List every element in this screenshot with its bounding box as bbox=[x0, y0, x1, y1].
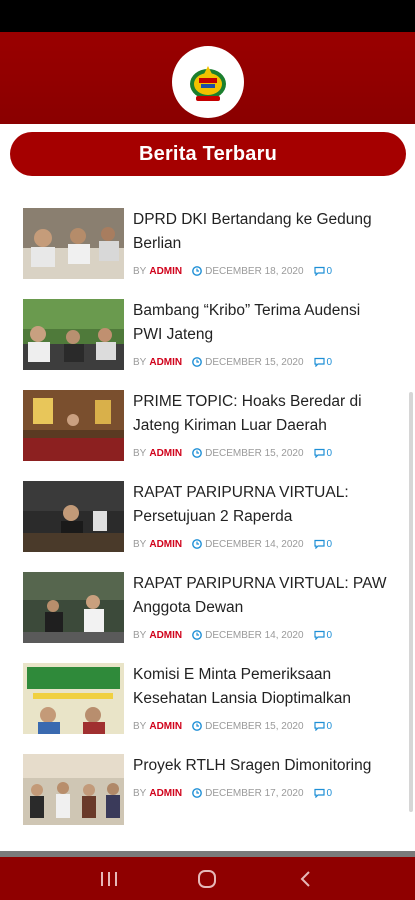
provincial-crest-icon bbox=[190, 66, 226, 101]
clock-icon bbox=[192, 630, 203, 640]
news-title[interactable]: Proyek RTLH Sragen Dimonitoring bbox=[133, 754, 388, 778]
author-link[interactable]: ADMIN bbox=[149, 357, 182, 368]
news-meta: BY ADMIN DECEMBER 18, 2020 0 bbox=[133, 264, 332, 278]
comment-count[interactable]: 0 bbox=[327, 448, 333, 459]
by-label: BY bbox=[133, 787, 147, 799]
news-item[interactable]: Bambang “Kribo” Terima Audensi PWI Jaten… bbox=[23, 297, 393, 373]
comment-icon bbox=[313, 357, 325, 367]
news-meta: BY ADMIN DECEMBER 14, 2020 0 bbox=[133, 628, 332, 642]
comment-icon bbox=[313, 630, 325, 640]
status-bar bbox=[0, 0, 415, 32]
comment-count[interactable]: 0 bbox=[327, 266, 333, 277]
author-link[interactable]: ADMIN bbox=[149, 630, 182, 641]
comment-count[interactable]: 0 bbox=[327, 357, 333, 368]
clock-icon bbox=[192, 721, 203, 731]
back-icon bbox=[300, 870, 310, 887]
recent-apps-icon bbox=[101, 871, 118, 886]
app-logo[interactable] bbox=[172, 46, 244, 118]
by-label: BY bbox=[133, 538, 147, 550]
home-button[interactable] bbox=[187, 864, 227, 894]
by-label: BY bbox=[133, 265, 147, 277]
news-date: DECEMBER 14, 2020 bbox=[205, 538, 304, 550]
section-title: Berita Terbaru bbox=[138, 142, 278, 165]
news-meta: BY ADMIN DECEMBER 14, 2020 0 bbox=[133, 537, 332, 551]
scrollbar[interactable] bbox=[409, 392, 413, 812]
news-thumbnail[interactable] bbox=[23, 663, 124, 734]
news-title[interactable]: RAPAT PARIPURNA VIRTUAL: Persetujuan 2 R… bbox=[133, 481, 388, 529]
news-meta: BY ADMIN DECEMBER 15, 2020 0 bbox=[133, 719, 332, 733]
author-link[interactable]: ADMIN bbox=[149, 448, 182, 459]
news-meta: BY ADMIN DECEMBER 15, 2020 0 bbox=[133, 355, 332, 369]
clock-icon bbox=[192, 357, 203, 367]
news-thumbnail[interactable] bbox=[23, 390, 124, 461]
news-thumbnail[interactable] bbox=[23, 481, 124, 552]
comment-count[interactable]: 0 bbox=[327, 630, 333, 641]
comment-count[interactable]: 0 bbox=[327, 788, 333, 799]
by-label: BY bbox=[133, 447, 147, 459]
author-link[interactable]: ADMIN bbox=[149, 788, 182, 799]
news-title[interactable]: Komisi E Minta Pemeriksaan Kesehatan Lan… bbox=[133, 663, 388, 711]
news-title[interactable]: DPRD DKI Bertandang ke Gedung Berlian bbox=[133, 208, 388, 256]
author-link[interactable]: ADMIN bbox=[149, 539, 182, 550]
clock-icon bbox=[192, 266, 203, 276]
by-label: BY bbox=[133, 629, 147, 641]
by-label: BY bbox=[133, 720, 147, 732]
clock-icon bbox=[192, 539, 203, 549]
by-label: BY bbox=[133, 356, 147, 368]
back-button[interactable] bbox=[286, 864, 326, 894]
home-icon bbox=[198, 869, 217, 888]
news-meta: BY ADMIN DECEMBER 15, 2020 0 bbox=[133, 446, 332, 460]
comment-icon bbox=[313, 266, 325, 276]
comment-icon bbox=[313, 788, 325, 798]
news-thumbnail[interactable] bbox=[23, 572, 124, 643]
news-item[interactable]: Komisi E Minta Pemeriksaan Kesehatan Lan… bbox=[23, 661, 393, 737]
news-item[interactable]: Proyek RTLH Sragen Dimonitoring BY ADMIN… bbox=[23, 752, 393, 828]
news-date: DECEMBER 18, 2020 bbox=[205, 265, 304, 277]
author-link[interactable]: ADMIN bbox=[149, 721, 182, 732]
system-nav-bar bbox=[0, 857, 415, 900]
news-item[interactable]: RAPAT PARIPURNA VIRTUAL: PAW Anggota Dew… bbox=[23, 570, 393, 646]
recent-apps-button[interactable] bbox=[89, 864, 129, 894]
comment-icon bbox=[313, 721, 325, 731]
news-item[interactable]: DPRD DKI Bertandang ke Gedung Berlian BY… bbox=[23, 206, 393, 282]
app-header bbox=[0, 32, 415, 124]
news-title[interactable]: PRIME TOPIC: Hoaks Beredar di Jateng Kir… bbox=[133, 390, 388, 438]
news-date: DECEMBER 15, 2020 bbox=[205, 447, 304, 459]
comment-count[interactable]: 0 bbox=[327, 721, 333, 732]
news-thumbnail[interactable] bbox=[23, 299, 124, 370]
news-date: DECEMBER 15, 2020 bbox=[205, 356, 304, 368]
news-title[interactable]: Bambang “Kribo” Terima Audensi PWI Jaten… bbox=[133, 299, 388, 347]
news-title[interactable]: RAPAT PARIPURNA VIRTUAL: PAW Anggota Dew… bbox=[133, 572, 388, 620]
news-item[interactable]: PRIME TOPIC: Hoaks Beredar di Jateng Kir… bbox=[23, 388, 393, 464]
comment-count[interactable]: 0 bbox=[327, 539, 333, 550]
clock-icon bbox=[192, 788, 203, 798]
comment-icon bbox=[313, 539, 325, 549]
news-date: DECEMBER 15, 2020 bbox=[205, 720, 304, 732]
news-thumbnail[interactable] bbox=[23, 754, 124, 825]
section-title-pill: Berita Terbaru bbox=[10, 132, 406, 176]
clock-icon bbox=[192, 448, 203, 458]
news-meta: BY ADMIN DECEMBER 17, 2020 0 bbox=[133, 786, 332, 800]
news-item[interactable]: RAPAT PARIPURNA VIRTUAL: Persetujuan 2 R… bbox=[23, 479, 393, 555]
comment-icon bbox=[313, 448, 325, 458]
news-thumbnail[interactable] bbox=[23, 208, 124, 279]
author-link[interactable]: ADMIN bbox=[149, 266, 182, 277]
news-date: DECEMBER 14, 2020 bbox=[205, 629, 304, 641]
news-date: DECEMBER 17, 2020 bbox=[205, 787, 304, 799]
